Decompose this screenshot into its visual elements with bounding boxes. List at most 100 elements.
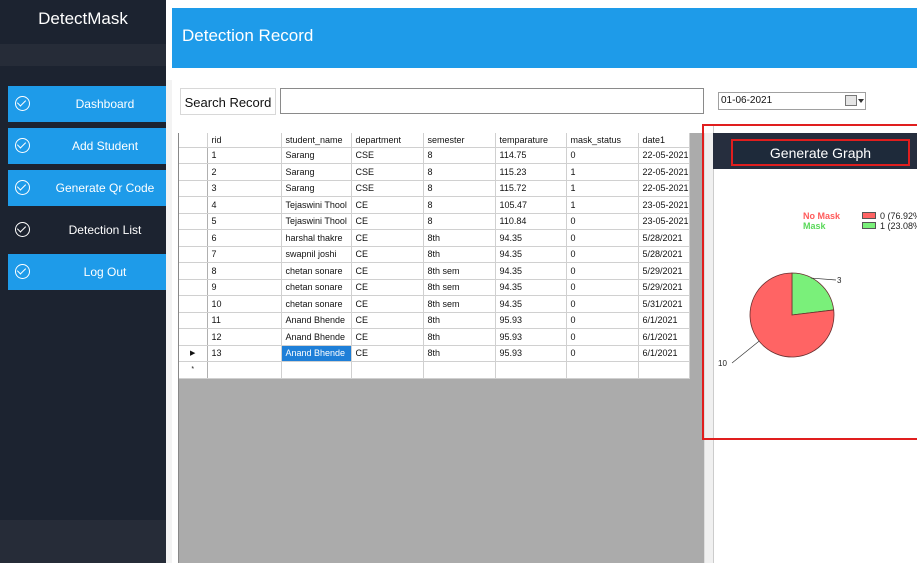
table-cell[interactable]: 0 (566, 147, 639, 164)
table-cell[interactable]: 5/29/2021 (638, 279, 690, 296)
sidebar-item-generate-qr-code[interactable]: Generate Qr Code (8, 170, 166, 206)
table-cell[interactable]: CE (351, 328, 424, 346)
table-cell[interactable]: CE (351, 213, 424, 230)
row-header[interactable] (179, 163, 208, 181)
table-cell[interactable]: CE (351, 345, 424, 362)
table-cell[interactable] (351, 361, 424, 379)
table-row[interactable]: ▶ 13 Anand Bhende CE 8th 95.93 0 6/1/2021 (179, 345, 690, 362)
sidebar-item-detection-list[interactable]: Detection List (8, 212, 166, 248)
table-cell[interactable]: 10 (207, 295, 282, 313)
table-cell[interactable] (281, 361, 352, 379)
table-cell[interactable]: 8th sem (423, 279, 496, 296)
table-cell[interactable]: 95.93 (495, 345, 567, 362)
table-cell[interactable]: 0 (566, 262, 639, 280)
table-cell[interactable]: 8 (423, 180, 496, 197)
table-row[interactable]: 1 Sarang CSE 8 114.75 0 22-05-2021 (179, 147, 690, 164)
table-row[interactable]: 9 chetan sonare CE 8th sem 94.35 0 5/29/2021 (179, 279, 690, 296)
sidebar-item-dashboard[interactable]: Dashboard (8, 86, 166, 122)
table-cell[interactable]: 5 (207, 213, 282, 230)
table-cell[interactable]: Anand Bhende (281, 312, 352, 329)
table-cell[interactable]: 115.72 (495, 180, 567, 197)
table-cell[interactable]: 0 (566, 312, 639, 329)
table-cell[interactable]: 95.93 (495, 312, 567, 329)
table-cell[interactable]: 94.35 (495, 229, 567, 247)
table-cell[interactable]: CE (351, 246, 424, 263)
row-header[interactable] (179, 196, 208, 214)
table-cell[interactable]: Sarang (281, 180, 352, 197)
table-row[interactable]: 3 Sarang CSE 8 115.72 1 22-05-2021 (179, 180, 690, 197)
table-row[interactable]: 7 swapnil joshi CE 8th 94.35 0 5/28/2021 (179, 246, 690, 263)
table-cell[interactable]: 6/1/2021 (638, 345, 690, 362)
table-cell[interactable]: CE (351, 262, 424, 280)
search-input[interactable] (280, 88, 704, 114)
table-cell[interactable] (423, 361, 496, 379)
table-cell[interactable]: 0 (566, 295, 639, 313)
table-cell[interactable]: 8th (423, 312, 496, 329)
table-cell[interactable]: 1 (207, 147, 282, 164)
row-header[interactable] (179, 295, 208, 313)
table-row[interactable]: 4 Tejaswini Thool CE 8 105.47 1 23-05-2021 (179, 196, 690, 214)
table-cell[interactable]: 94.35 (495, 246, 567, 263)
row-header[interactable] (179, 213, 208, 230)
column-header[interactable]: student_name (281, 133, 352, 148)
row-header[interactable] (179, 262, 208, 280)
table-cell[interactable]: 5/28/2021 (638, 229, 690, 247)
table-cell[interactable]: 0 (566, 279, 639, 296)
row-header[interactable]: * (179, 361, 208, 379)
table-cell[interactable]: 8 (207, 262, 282, 280)
table-cell[interactable]: 13 (207, 345, 282, 362)
table-row[interactable]: 11 Anand Bhende CE 8th 95.93 0 6/1/2021 (179, 312, 690, 329)
table-cell[interactable]: 115.23 (495, 163, 567, 181)
table-cell[interactable]: 8 (423, 163, 496, 181)
column-header[interactable]: rid (207, 133, 282, 148)
row-header[interactable] (179, 147, 208, 164)
table-cell[interactable]: 6/1/2021 (638, 312, 690, 329)
table-cell[interactable]: 110.84 (495, 213, 567, 230)
detection-grid[interactable]: rid student_name department semester tem… (178, 133, 713, 563)
table-cell[interactable]: 0 (566, 246, 639, 263)
column-header[interactable]: mask_status (566, 133, 639, 148)
table-cell[interactable]: 6/1/2021 (638, 328, 690, 346)
table-cell[interactable]: 6 (207, 229, 282, 247)
table-cell[interactable]: 3 (207, 180, 282, 197)
table-cell[interactable]: CSE (351, 147, 424, 164)
table-cell[interactable]: 8th (423, 229, 496, 247)
table-row[interactable]: 10 chetan sonare CE 8th sem 94.35 0 5/31/2021 (179, 295, 690, 313)
table-cell[interactable]: 105.47 (495, 196, 567, 214)
table-cell[interactable]: CSE (351, 163, 424, 181)
date-picker[interactable]: 01-06-2021 (718, 92, 866, 110)
table-cell[interactable]: 8 (423, 213, 496, 230)
table-cell[interactable]: harshal thakre (281, 229, 352, 247)
table-cell[interactable]: 0 (566, 345, 639, 362)
table-cell[interactable]: 22-05-2021 (638, 180, 690, 197)
table-cell[interactable]: CE (351, 295, 424, 313)
table-cell[interactable]: 23-05-2021 (638, 213, 690, 230)
table-cell[interactable]: 5/29/2021 (638, 262, 690, 280)
table-cell[interactable]: 8th (423, 345, 496, 362)
table-row[interactable]: 8 chetan sonare CE 8th sem 94.35 0 5/29/2021 (179, 262, 690, 280)
table-cell[interactable]: 8th (423, 246, 496, 263)
table-cell[interactable]: 22-05-2021 (638, 163, 690, 181)
table-cell[interactable]: chetan sonare (281, 279, 352, 296)
table-cell[interactable]: Tejaswini Thool (281, 213, 352, 230)
row-header[interactable]: ▶ (179, 345, 208, 362)
table-cell[interactable]: 8th (423, 328, 496, 346)
table-cell[interactable]: 94.35 (495, 279, 567, 296)
table-cell[interactable]: chetan sonare (281, 295, 352, 313)
calendar-icon[interactable] (845, 95, 857, 106)
chevron-down-icon[interactable] (858, 99, 864, 103)
table-row[interactable]: 2 Sarang CSE 8 115.23 1 22-05-2021 (179, 163, 690, 181)
table-cell[interactable]: 114.75 (495, 147, 567, 164)
table-cell[interactable]: 8 (423, 196, 496, 214)
sidebar-item-log-out[interactable]: Log Out (8, 254, 166, 290)
table-cell[interactable]: 23-05-2021 (638, 196, 690, 214)
table-cell[interactable] (566, 361, 639, 379)
table-cell[interactable]: Anand Bhende (281, 345, 352, 362)
row-header[interactable] (179, 312, 208, 329)
row-header[interactable] (179, 246, 208, 263)
table-cell[interactable]: 1 (566, 163, 639, 181)
table-cell[interactable]: 4 (207, 196, 282, 214)
table-cell[interactable]: 7 (207, 246, 282, 263)
column-header[interactable]: date1 (638, 133, 690, 148)
table-cell[interactable]: CE (351, 196, 424, 214)
